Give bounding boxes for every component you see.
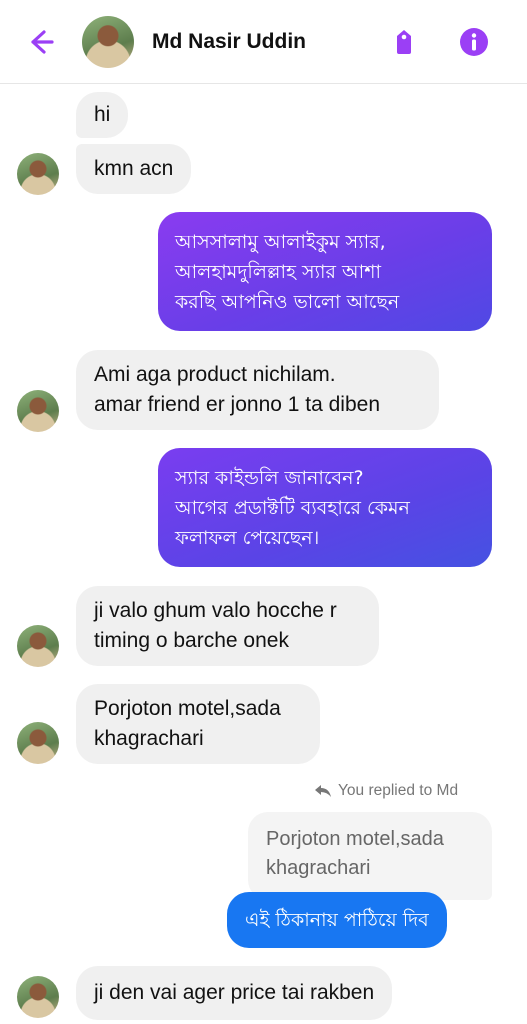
outgoing-message[interactable]: আসসালামু আলাইকুম স্যার, আলহামদুলিল্লাহ স…	[158, 212, 492, 331]
sender-avatar[interactable]	[17, 625, 59, 667]
incoming-message[interactable]: kmn acn	[76, 144, 192, 194]
quoted-message[interactable]: Porjoton motel,sada khagrachari	[248, 812, 492, 900]
incoming-message[interactable]: ji den vai ager price tai rakben	[76, 966, 393, 1020]
info-icon[interactable]	[458, 26, 490, 58]
message-line: ji valo ghum valo hocche r	[94, 599, 337, 622]
message-text: hi	[94, 103, 111, 126]
message-line: amar friend er jonno 1 ta diben	[94, 393, 381, 416]
message-line: করছি আপনিও ভালো আছেন	[175, 290, 400, 313]
message-text: ji den vai ager price tai rakben	[94, 981, 375, 1004]
incoming-message[interactable]: Ami aga product nichilam. amar friend er…	[76, 350, 439, 430]
conversation-header: Md Nasir Uddin	[0, 0, 527, 84]
message-text: kmn acn	[94, 157, 174, 180]
sender-avatar[interactable]	[17, 976, 59, 1018]
outgoing-message[interactable]: এই ঠিকানায় পাঠিয়ে দিব	[227, 892, 447, 948]
contact-avatar[interactable]	[82, 16, 134, 68]
message-line: আলহামদুলিল্লাহ স্যার আশা	[175, 260, 381, 283]
quoted-line: khagrachari	[266, 857, 371, 879]
message-line: স্যার কাইন্ডলি জানাবেন?	[175, 466, 364, 489]
contact-name[interactable]: Md Nasir Uddin	[152, 30, 306, 54]
message-line: আসসালামু আলাইকুম স্যার,	[175, 230, 386, 253]
quoted-line: Porjoton motel,sada	[266, 828, 444, 850]
message-line: khagrachari	[94, 727, 204, 750]
message-line: Ami aga product nichilam.	[94, 363, 336, 386]
outgoing-message[interactable]: স্যার কাইন্ডলি জানাবেন? আগের প্রডাক্টটি …	[158, 448, 492, 567]
reply-indicator: You replied to Md	[314, 782, 458, 800]
incoming-message[interactable]: Porjoton motel,sada khagrachari	[76, 684, 320, 764]
back-arrow-icon[interactable]	[24, 26, 56, 58]
message-line: আগের প্রডাক্টটি ব্যবহারে কেমন	[175, 496, 410, 519]
message-line: ফলাফল পেয়েছেন।	[175, 526, 320, 549]
message-line: timing o barche onek	[94, 629, 289, 652]
message-line: Porjoton motel,sada	[94, 697, 281, 720]
message-text: এই ঠিকানায় পাঠিয়ে দিব	[245, 909, 429, 931]
sender-avatar[interactable]	[17, 390, 59, 432]
sender-avatar[interactable]	[17, 722, 59, 764]
incoming-message[interactable]: ji valo ghum valo hocche r timing o barc…	[76, 586, 379, 666]
sender-avatar[interactable]	[17, 153, 59, 195]
tag-icon[interactable]	[388, 26, 420, 58]
incoming-message[interactable]: hi	[76, 92, 129, 138]
reply-arrow-icon	[315, 785, 331, 797]
reply-label: You replied to Md	[338, 782, 459, 799]
